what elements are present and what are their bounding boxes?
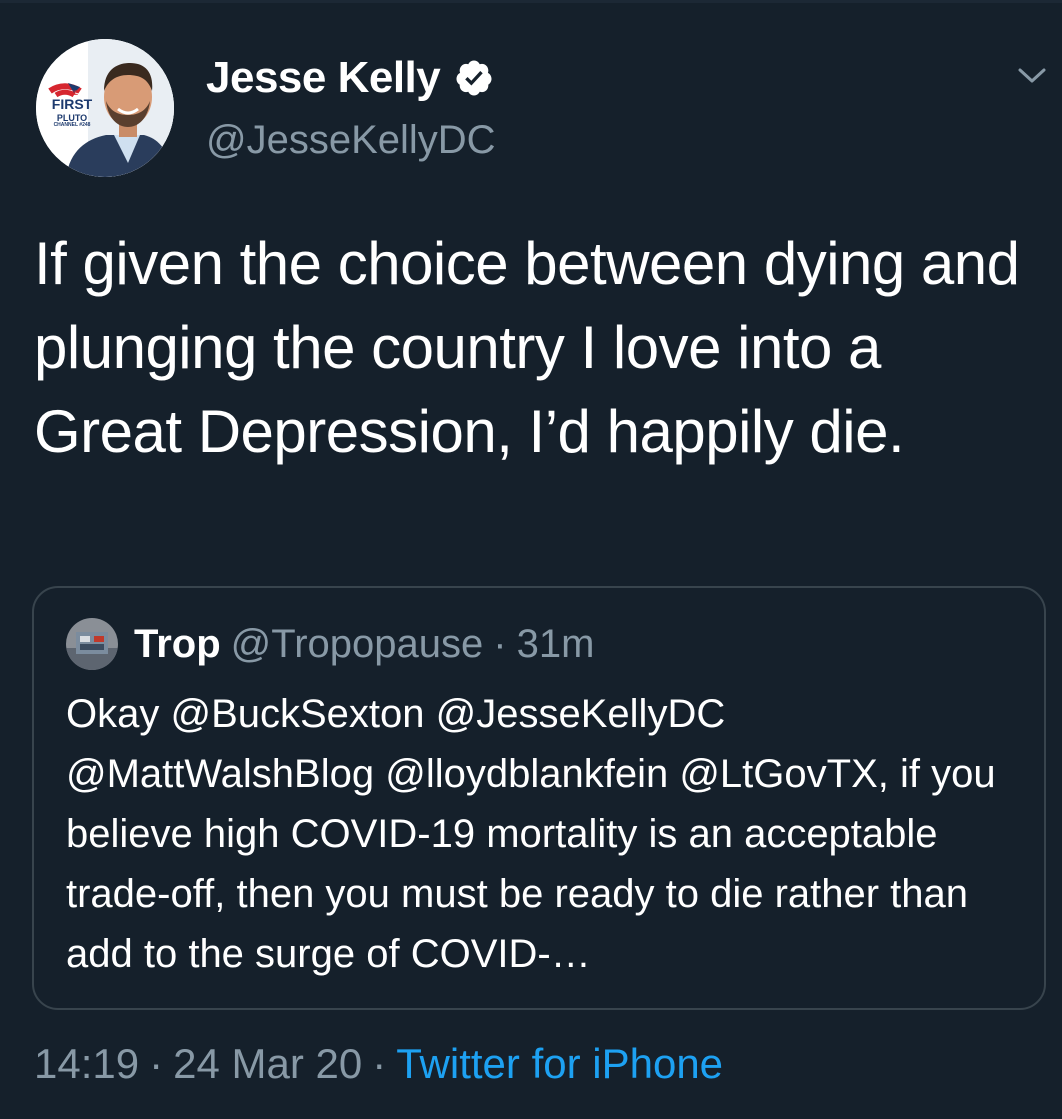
- quoted-tweet-header: Trop @Tropopause · 31m: [66, 616, 594, 672]
- tweet-meta: 14:19 · 24 Mar 20 · Twitter for iPhone: [34, 1040, 723, 1088]
- quoted-tweet-text: Okay @BuckSexton @JesseKellyDC @MattWals…: [66, 692, 996, 976]
- author-avatar[interactable]: THE FIRST PLUTO CHANNEL #248: [36, 39, 174, 177]
- chevron-down-icon: [1017, 67, 1047, 90]
- tweet-text: If given the choice between dying and pl…: [34, 230, 1020, 465]
- tweet-menu-button[interactable]: [1012, 60, 1052, 96]
- quoted-author-avatar[interactable]: [66, 618, 118, 670]
- author-name[interactable]: Jesse Kelly: [206, 53, 441, 103]
- tweet-source-link[interactable]: Twitter for iPhone: [396, 1040, 723, 1088]
- author-handle[interactable]: @JesseKellyDC: [206, 118, 496, 163]
- author-name-row[interactable]: Jesse Kelly: [206, 50, 494, 106]
- tweet-time[interactable]: 14:19: [34, 1040, 139, 1088]
- quoted-author-name[interactable]: Trop: [134, 622, 221, 667]
- quoted-timestamp[interactable]: 31m: [517, 622, 595, 667]
- quoted-separator: ·: [493, 621, 507, 666]
- tweet-date[interactable]: 24 Mar 20: [173, 1040, 362, 1088]
- verified-badge-icon: [454, 58, 494, 98]
- tweet: THE FIRST PLUTO CHANNEL #248 Jesse Kelly…: [0, 0, 1062, 1119]
- meta-separator: ·: [372, 1040, 387, 1087]
- quoted-tweet-card[interactable]: Trop @Tropopause · 31m Okay @BuckSexton …: [32, 586, 1046, 1010]
- quoted-author-handle[interactable]: @Tropopause: [231, 622, 484, 667]
- avatar-badge-first: FIRST: [51, 96, 93, 112]
- avatar-badge-channel: CHANNEL #248: [53, 122, 91, 128]
- meta-separator: ·: [149, 1040, 164, 1087]
